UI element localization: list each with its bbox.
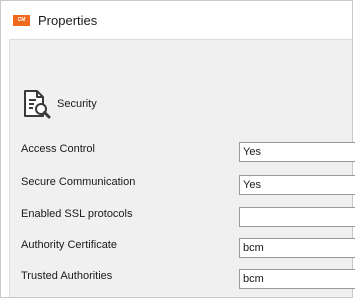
authority-certificate-label: Authority Certificate <box>21 239 117 251</box>
trusted-authorities-field[interactable] <box>239 269 355 289</box>
secure-communication-label: Secure Communication <box>21 176 136 188</box>
properties-panel: Security Access Control Secure Communica… <box>9 39 355 297</box>
title-bar: CM Properties <box>1 1 352 39</box>
app-logo-icon: CM <box>13 15 30 26</box>
window-title: Properties <box>38 13 98 28</box>
access-control-label: Access Control <box>21 143 95 155</box>
trusted-authorities-label: Trusted Authorities <box>21 270 113 282</box>
authority-certificate-field[interactable] <box>239 238 355 258</box>
document-search-icon <box>24 90 51 119</box>
section-title: Security <box>57 98 97 110</box>
properties-window: CM Properties Security Access Control Se… <box>0 0 355 298</box>
access-control-field[interactable] <box>239 142 355 162</box>
secure-communication-field[interactable] <box>239 175 355 195</box>
enabled-ssl-protocols-field[interactable] <box>239 207 355 227</box>
enabled-ssl-protocols-label: Enabled SSL protocols <box>21 208 133 220</box>
